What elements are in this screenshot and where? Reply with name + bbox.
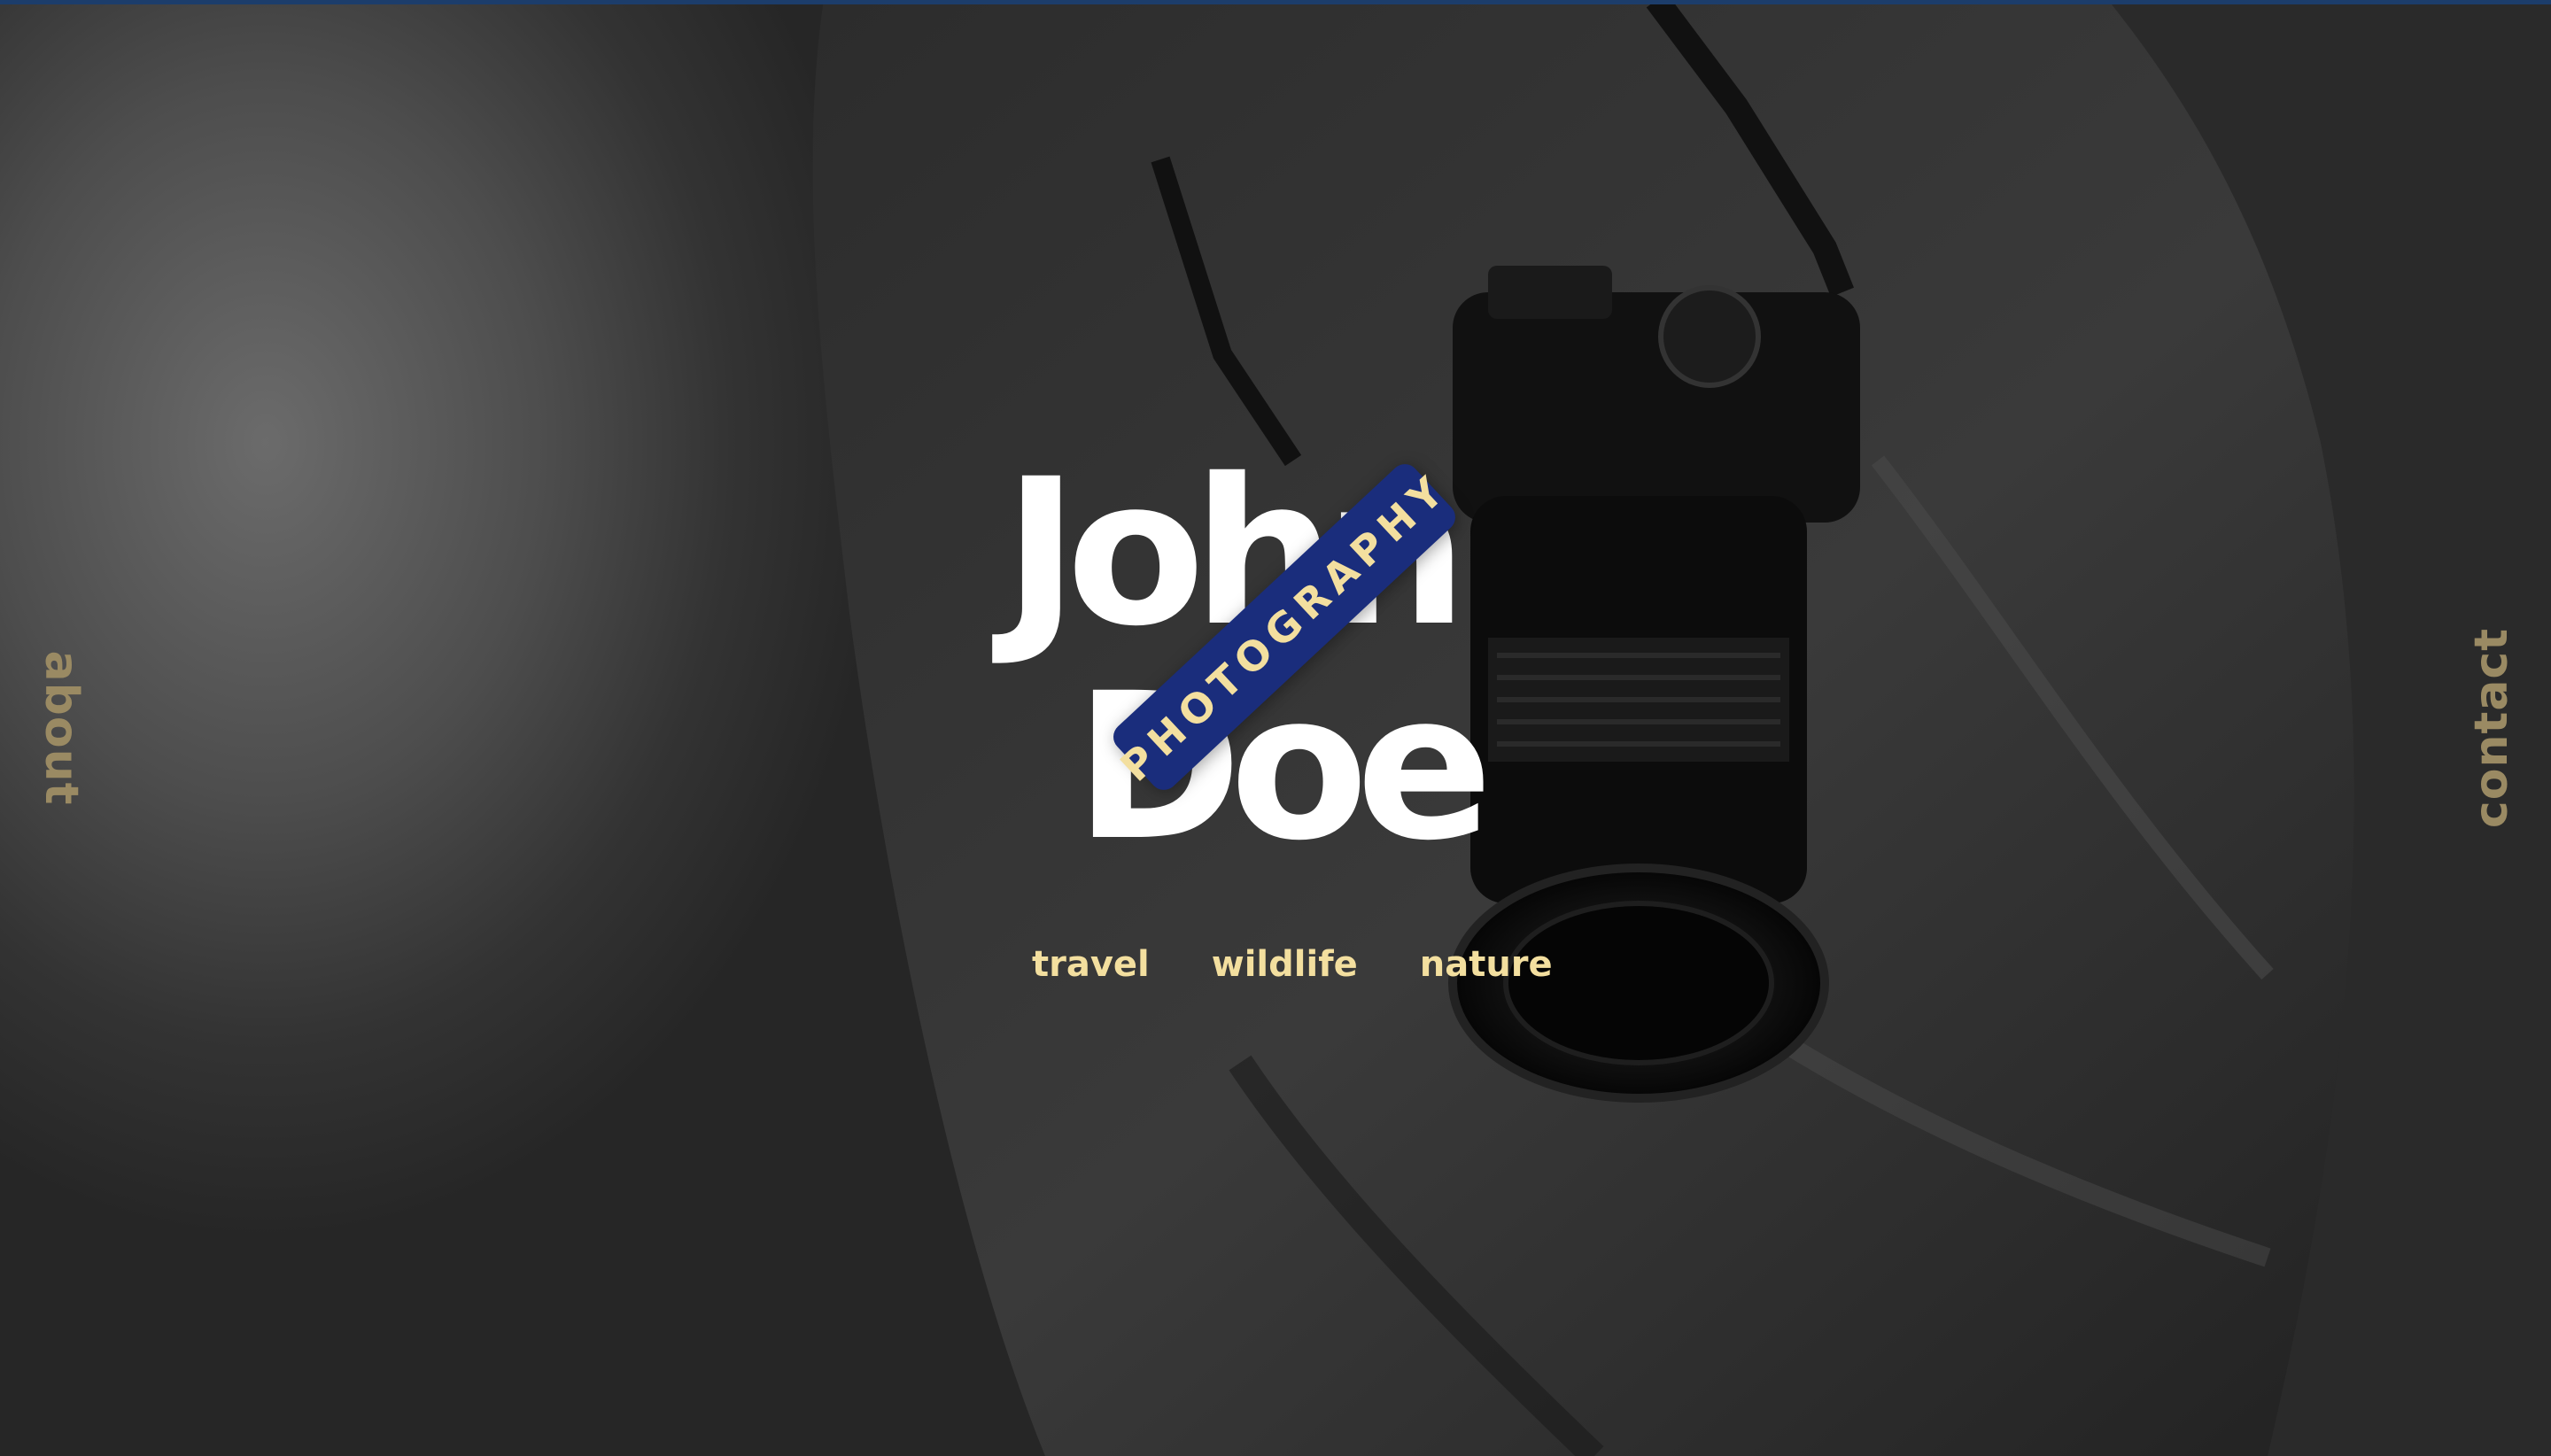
category-nature[interactable]: nature — [1420, 944, 1553, 985]
category-travel[interactable]: travel — [1032, 944, 1150, 985]
about-link[interactable]: about — [35, 651, 88, 806]
landing-page: about contact John Doe PHOTOGRAPHY trave… — [0, 0, 2551, 1456]
category-nav: travel wildlife nature — [1032, 944, 1553, 985]
contact-link[interactable]: contact — [2465, 628, 2518, 828]
category-wildlife[interactable]: wildlife — [1212, 944, 1358, 985]
top-accent-bar — [0, 0, 2551, 4]
